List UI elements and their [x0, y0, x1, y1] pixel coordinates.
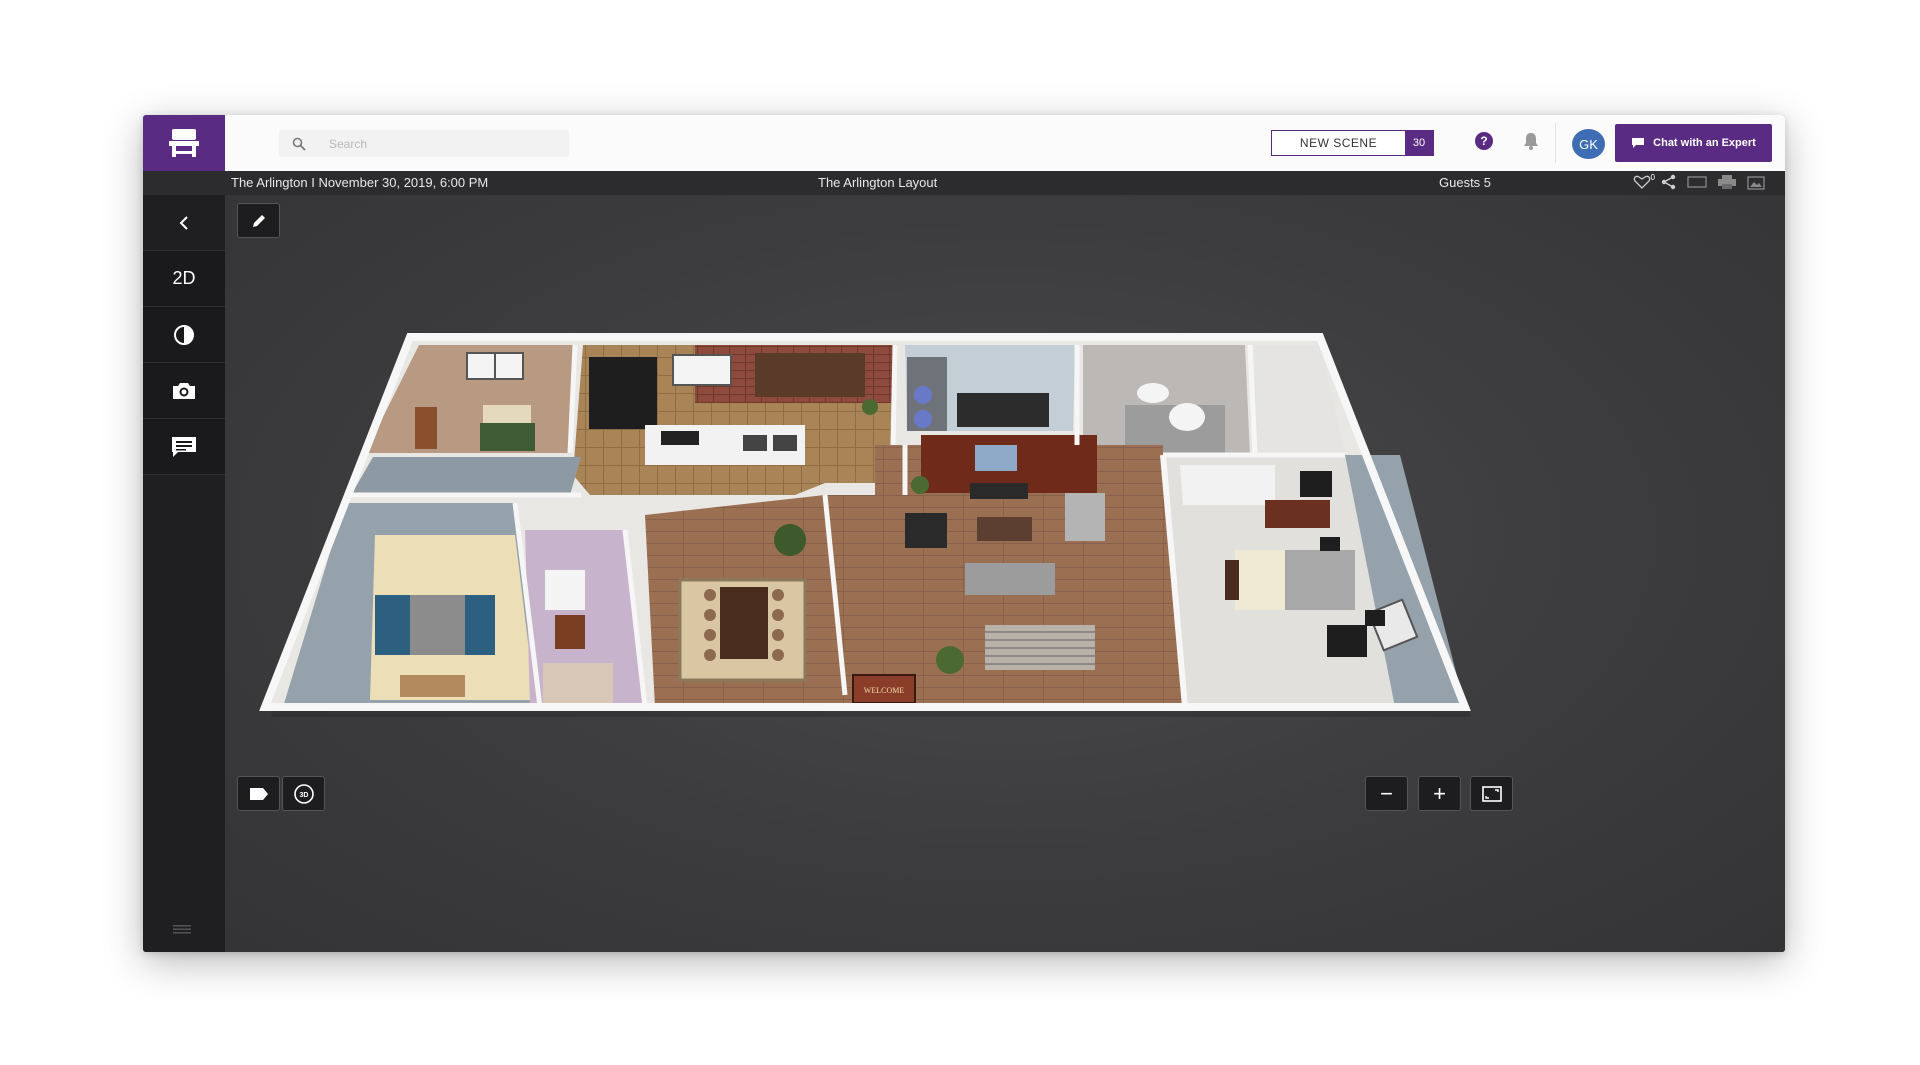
- help-icon[interactable]: ?: [1475, 132, 1493, 150]
- fit-screen-button[interactable]: [1470, 776, 1513, 811]
- comments-button[interactable]: [143, 419, 225, 475]
- layout-title: The Arlington Layout: [818, 175, 938, 190]
- event-info-bar: The Arlington I November 30, 2019, 6:00 …: [143, 171, 1785, 195]
- left-sidebar: 2D: [143, 195, 225, 952]
- print-icon[interactable]: [1717, 174, 1737, 193]
- event-details: The Arlington I November 30, 2019, 6:00 …: [231, 175, 489, 190]
- avatar[interactable]: GK: [1572, 129, 1605, 159]
- search-icon: [279, 137, 319, 151]
- rotate-3d-button[interactable]: 3D: [282, 776, 325, 811]
- app-window: Search NEW SCENE 30 ? GK Chat with an Ex…: [143, 115, 1785, 952]
- chat-button-label: Chat with an Expert: [1653, 137, 1756, 149]
- view-3d-label: 3D: [299, 792, 308, 799]
- contrast-icon: [174, 324, 194, 345]
- tag-button[interactable]: [237, 776, 280, 811]
- favorite-count: 0: [1650, 173, 1655, 182]
- camera-button[interactable]: [143, 363, 225, 419]
- rotate-3d-icon: 3D: [293, 783, 314, 804]
- favorite-icon[interactable]: 0: [1633, 173, 1655, 192]
- hamburger-icon: [173, 925, 191, 934]
- view-2d-label: 2D: [172, 268, 196, 288]
- new-scene-label: NEW SCENE: [1272, 131, 1405, 155]
- bell-icon[interactable]: [1523, 132, 1539, 155]
- comment-icon: [172, 436, 196, 457]
- back-button[interactable]: [143, 195, 225, 251]
- scene-count-badge: 30: [1405, 131, 1433, 155]
- guest-count: Guests 5: [1439, 175, 1492, 190]
- tag-icon: [249, 787, 268, 800]
- floorplan-3d-view[interactable]: WELCOME: [225, 195, 1785, 952]
- divider: [1555, 123, 1556, 163]
- present-icon[interactable]: [1687, 175, 1707, 192]
- chevron-left-icon: [179, 215, 188, 230]
- welcome-mat-text: WELCOME: [864, 686, 905, 695]
- chair-logo-icon: [169, 129, 199, 157]
- info-actions: 0: [1633, 173, 1765, 193]
- top-bar: Search NEW SCENE 30 ? GK Chat with an Ex…: [143, 115, 1785, 171]
- contrast-button[interactable]: [143, 307, 225, 363]
- share-icon[interactable]: [1661, 174, 1677, 193]
- zoom-in-button[interactable]: +: [1418, 776, 1461, 811]
- gallery-icon[interactable]: [1747, 174, 1765, 193]
- view-2d-button[interactable]: 2D: [143, 251, 225, 307]
- search-box[interactable]: Search: [279, 130, 569, 157]
- search-input[interactable]: Search: [329, 137, 367, 151]
- zoom-in-label: +: [1433, 780, 1446, 806]
- chat-with-expert-button[interactable]: Chat with an Expert: [1615, 124, 1772, 162]
- menu-button[interactable]: [173, 922, 191, 940]
- chat-bubble-icon: [1632, 138, 1645, 148]
- new-scene-button[interactable]: NEW SCENE 30: [1271, 130, 1434, 156]
- fit-screen-icon: [1481, 785, 1502, 802]
- logo[interactable]: [143, 115, 225, 171]
- zoom-out-label: −: [1380, 780, 1393, 806]
- design-canvas[interactable]: WELCOME 3D − +: [225, 195, 1785, 952]
- camera-icon: [173, 382, 195, 399]
- zoom-out-button[interactable]: −: [1365, 776, 1408, 811]
